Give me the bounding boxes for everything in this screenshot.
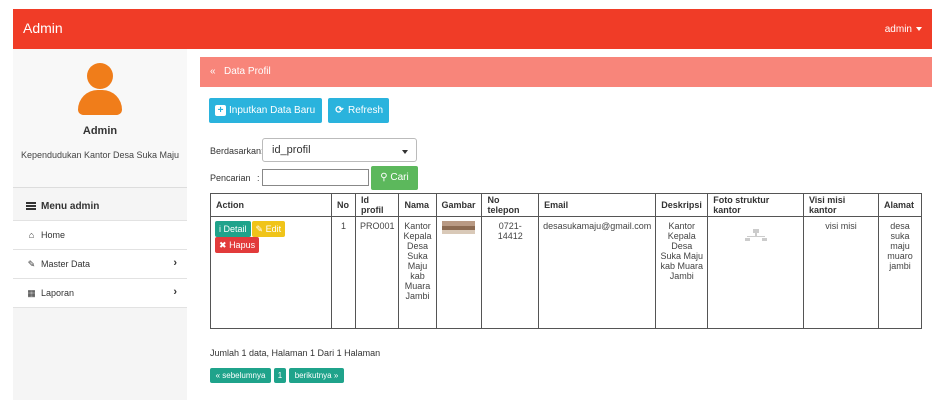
edit-icon: ✎ [255, 224, 264, 234]
edit-icon: ✎ [27, 259, 36, 269]
avatar-head [87, 63, 113, 89]
user-menu[interactable]: admin [885, 24, 922, 35]
delete-button[interactable]: ✖ Hapus [215, 237, 260, 253]
col-alamat: Alamat [878, 193, 922, 217]
sidebar-item-label: Master Data [41, 259, 91, 269]
office-photo-thumbnail[interactable] [442, 221, 476, 234]
user-name: admin [884, 24, 912, 35]
profile-subtitle: Kependudukan Kantor Desa Suka Maju [20, 150, 180, 160]
plus-icon: + [215, 105, 226, 116]
panel-heading: « Data Profil [200, 57, 932, 87]
sidebar: Admin Kependudukan Kantor Desa Suka Maju… [13, 49, 187, 400]
page-1-button[interactable]: 1 [274, 368, 286, 383]
avatar [78, 63, 122, 117]
refresh-label: Refresh [348, 105, 384, 116]
cell-nama: Kantor Kepala Desa Suka Maju kab Muara J… [398, 216, 437, 329]
search-label: Pencarian [210, 173, 251, 183]
sidebar-item-label: Home [41, 230, 66, 240]
home-icon: ⌂ [28, 230, 35, 240]
col-action: Action [210, 193, 332, 217]
edit-label: Edit [265, 224, 282, 234]
menu-header-label: Menu admin [41, 201, 100, 212]
detail-button[interactable]: i Detail [215, 221, 251, 237]
avatar-body [78, 90, 122, 115]
filter-field-select[interactable]: id_profil [262, 138, 417, 162]
sidebar-item-master-data[interactable]: ✎ Master Data › [13, 250, 187, 279]
cell-no-telepon: 0721-14412 [481, 216, 540, 329]
col-email: Email [538, 193, 657, 217]
add-data-label: Inputkan Data Baru [229, 105, 316, 116]
col-foto-struktur: Foto struktur kantor [707, 193, 804, 217]
next-page-button[interactable]: berikutnya » [289, 368, 344, 383]
sidebar-item-home[interactable]: ⌂ Home [13, 221, 187, 250]
profile-table: Action No Id profil Nama Gambar No telep… [210, 193, 922, 329]
menu-header: Menu admin [13, 192, 187, 221]
sidebar-item-label: Laporan [41, 288, 75, 298]
cell-gambar [435, 216, 483, 329]
double-chevron-left-icon[interactable]: « [210, 66, 216, 77]
refresh-button[interactable]: ⟳ Refresh [328, 98, 389, 123]
sidebar-menu: Menu admin ⌂ Home ✎ Master Data › ▦ Lapo… [13, 192, 187, 308]
info-icon: i [219, 224, 221, 234]
main-content: « Data Profil + Inputkan Data Baru ⟳ Ref… [200, 49, 932, 400]
action-cell: i Detail ✎ Edit✖ Hapus [210, 216, 332, 329]
prev-page-button[interactable]: « sebelumnya [210, 368, 271, 383]
menu-bars-icon [26, 202, 36, 210]
window-top-margin [0, 0, 932, 9]
refresh-icon: ⟳ [335, 105, 344, 116]
search-input[interactable] [262, 169, 369, 186]
search-button[interactable]: ⚲ Cari [371, 166, 418, 190]
user-profile: Admin Kependudukan Kantor Desa Suka Maju [13, 49, 187, 188]
col-visi-misi: Visi misi kantor [802, 193, 880, 217]
delete-label: Hapus [229, 240, 256, 250]
sidebar-item-laporan[interactable]: ▦ Laporan › [13, 279, 187, 308]
chevron-down-icon [402, 150, 408, 154]
table-header-row: Action No Id profil Nama Gambar No telep… [210, 193, 922, 217]
profile-name: Admin [82, 125, 118, 137]
search-button-label: Cari [390, 172, 409, 183]
cell-alamat: desa suka maju muaro jambi [878, 216, 922, 329]
window-left-margin [0, 0, 13, 400]
col-deskripsi: Deskripsi [655, 193, 709, 217]
cell-email: desasukamaju@gmail.com [538, 216, 657, 329]
filter-field-value: id_profil [272, 144, 311, 156]
cell-visi-misi: visi misi [802, 216, 880, 329]
edit-button[interactable]: ✎ Edit [251, 221, 286, 237]
cell-no: 1 [330, 216, 356, 329]
cell-foto-struktur [707, 216, 804, 329]
brand-title[interactable]: Admin [23, 20, 63, 36]
add-data-button[interactable]: + Inputkan Data Baru [209, 98, 322, 123]
pagination-summary: Jumlah 1 data, Halaman 1 Dari 1 Halaman [210, 348, 381, 358]
col-gambar: Gambar [435, 193, 483, 217]
calendar-icon: ▦ [27, 288, 36, 298]
filter-by-label: Berdasarkan: [210, 146, 264, 156]
col-no: No [330, 193, 356, 217]
chevron-right-icon: › [173, 257, 177, 269]
col-no-telepon: No telepon [481, 193, 540, 217]
close-icon: ✖ [219, 240, 227, 250]
chevron-right-icon: › [173, 286, 177, 298]
cell-id-profil: PRO001 [354, 216, 400, 329]
cell-deskripsi: Kantor Kepala Desa Suka Maju kab Muara J… [655, 216, 709, 329]
detail-label: Detail [223, 224, 247, 234]
top-navbar: Admin admin [13, 9, 932, 49]
col-id-profil: Id profil [354, 193, 400, 217]
search-icon: ⚲ [380, 172, 388, 183]
caret-down-icon [916, 27, 922, 32]
table-row: i Detail ✎ Edit✖ Hapus 1 PRO001 Kantor Ke… [210, 216, 922, 329]
panel-title: Data Profil [224, 66, 271, 77]
org-chart-thumbnail[interactable] [744, 229, 767, 241]
col-nama: Nama [398, 193, 437, 217]
search-colon: : [257, 173, 260, 183]
